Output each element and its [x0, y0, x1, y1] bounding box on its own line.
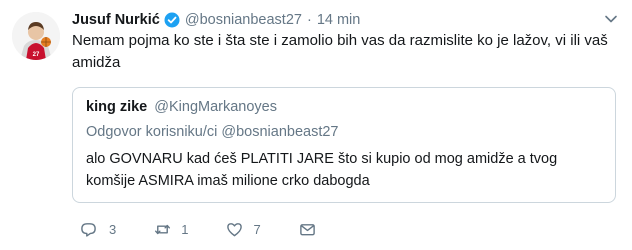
reply-button[interactable]: 3 [80, 221, 116, 238]
quoted-header: king zike @KingMarkanoyes [86, 99, 277, 115]
retweet-icon [155, 224, 171, 234]
quoted-author-name: king zike [86, 99, 148, 115]
envelope-icon [299, 223, 315, 235]
author-handle[interactable]: @bosnianbeast27 [185, 12, 302, 28]
tweet-header: Jusuf Nurkić @bosnianbeast27 · 14 min [72, 9, 360, 31]
verified-icon [164, 12, 180, 28]
chevron-down-icon[interactable] [604, 12, 618, 26]
reply-icon [81, 222, 96, 237]
tweet-actions: 3 1 7 [80, 220, 364, 238]
quoted-reply-context: Odgovor korisniku/ci @bosnianbeast27 [86, 124, 339, 140]
author-name[interactable]: Jusuf Nurkić [72, 12, 160, 28]
like-count: 7 [253, 221, 261, 237]
message-button[interactable] [299, 221, 326, 238]
avatar-illustration: 27 [12, 12, 60, 60]
retweet-count: 1 [181, 221, 189, 237]
quoted-text: alo GOVNARU kad ćeš PLATITI JARE što si … [86, 151, 558, 189]
quoted-tweet[interactable]: king zike @KingMarkanoyes Odgovor korisn… [72, 87, 616, 203]
quoted-author-handle: @KingMarkanoyes [154, 99, 278, 115]
tweet: 27 Jusuf Nurkić @bosnianbeast27 · 14 min… [0, 0, 632, 250]
separator-dot: · [306, 12, 312, 28]
tweet-text: Nemam pojma ko ste i šta ste i zamolio b… [72, 32, 608, 71]
reply-count: 3 [109, 221, 117, 237]
avatar[interactable]: 27 [12, 12, 60, 60]
retweet-button[interactable]: 1 [154, 221, 188, 238]
timestamp[interactable]: 14 min [317, 12, 361, 28]
heart-icon [227, 222, 243, 236]
like-button[interactable]: 7 [226, 221, 261, 238]
svg-text:27: 27 [33, 52, 40, 58]
